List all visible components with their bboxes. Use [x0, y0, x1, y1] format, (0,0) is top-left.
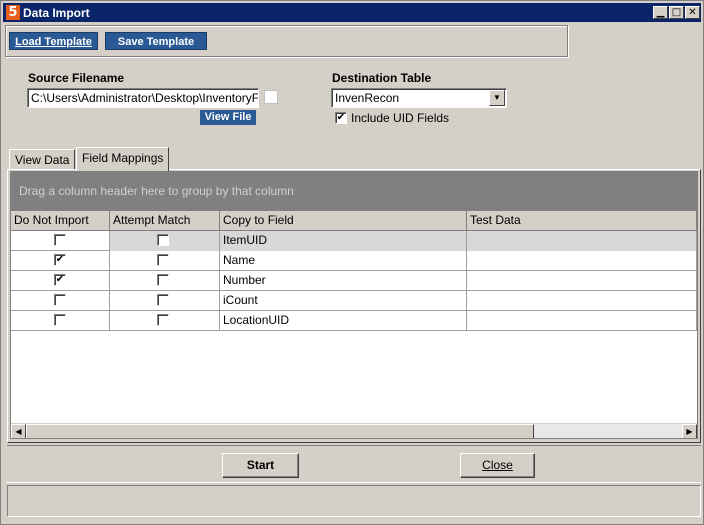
- toolbar: Load Template Save Template: [5, 25, 568, 57]
- scroll-thumb[interactable]: [26, 424, 534, 438]
- copy-to-field-cell[interactable]: Name: [220, 251, 467, 271]
- copy-to-field-cell[interactable]: LocationUID: [220, 311, 467, 331]
- copy-to-field-cell[interactable]: iCount: [220, 291, 467, 311]
- chevron-down-icon[interactable]: ▼: [489, 90, 505, 106]
- app-icon: 5: [6, 5, 20, 20]
- status-bar: [7, 485, 701, 517]
- do-not-import-cell: [11, 291, 110, 311]
- source-browse-box[interactable]: [264, 90, 278, 104]
- attempt-match-cell: [110, 271, 220, 291]
- attempt-match-checkbox[interactable]: [157, 234, 169, 246]
- test-data-cell[interactable]: [467, 291, 697, 311]
- load-template-button[interactable]: Load Template: [9, 32, 98, 50]
- horizontal-scrollbar[interactable]: ◀ ▶: [11, 423, 697, 438]
- destination-table-select[interactable]: InvenRecon ▼: [331, 88, 507, 108]
- group-by-area[interactable]: Drag a column header here to group by th…: [11, 172, 697, 211]
- do-not-import-checkbox[interactable]: [54, 234, 66, 246]
- start-button[interactable]: Start: [222, 453, 299, 478]
- scroll-left-icon[interactable]: ◀: [11, 424, 26, 438]
- title-bar: 5 Data Import ▁ □ ✕: [3, 3, 701, 22]
- window-title: Data Import: [23, 6, 90, 20]
- tab-view-data[interactable]: View Data: [9, 149, 76, 170]
- table-row[interactable]: iCount: [11, 291, 697, 311]
- table-row[interactable]: LocationUID: [11, 311, 697, 331]
- close-window-button[interactable]: ✕: [685, 6, 700, 19]
- attempt-match-checkbox[interactable]: [157, 274, 169, 286]
- column-header-test-data[interactable]: Test Data: [467, 211, 697, 231]
- do-not-import-checkbox[interactable]: [54, 314, 66, 326]
- button-bar: Start Close: [7, 445, 701, 483]
- test-data-cell[interactable]: [467, 271, 697, 291]
- attempt-match-cell: [110, 231, 220, 251]
- do-not-import-checkbox[interactable]: [54, 294, 66, 306]
- attempt-match-checkbox[interactable]: [157, 314, 169, 326]
- test-data-cell[interactable]: [467, 231, 697, 251]
- column-header-do-not-import[interactable]: Do Not Import: [11, 211, 110, 231]
- test-data-cell[interactable]: [467, 311, 697, 331]
- close-button[interactable]: Close: [460, 453, 535, 478]
- view-file-button[interactable]: View File: [200, 110, 256, 125]
- copy-to-field-cell[interactable]: Number: [220, 271, 467, 291]
- source-filename-label: Source Filename: [28, 71, 125, 85]
- do-not-import-cell: ✔: [11, 251, 110, 271]
- scroll-right-icon[interactable]: ▶: [682, 424, 697, 438]
- do-not-import-checkbox[interactable]: ✔: [54, 274, 66, 286]
- maximize-button[interactable]: □: [669, 6, 684, 19]
- attempt-match-checkbox[interactable]: [157, 294, 169, 306]
- test-data-cell[interactable]: [467, 251, 697, 271]
- attempt-match-cell: [110, 251, 220, 271]
- do-not-import-cell: ✔: [11, 271, 110, 291]
- copy-to-field-cell[interactable]: ItemUID: [220, 231, 467, 251]
- table-row[interactable]: ✔ Number: [11, 271, 697, 291]
- source-filename-input[interactable]: C:\Users\Administrator\Desktop\Inventory…: [27, 88, 259, 108]
- minimize-button[interactable]: ▁: [653, 6, 668, 19]
- attempt-match-checkbox[interactable]: [157, 254, 169, 266]
- table-row[interactable]: ✔ Name: [11, 251, 697, 271]
- save-template-button[interactable]: Save Template: [105, 32, 207, 50]
- column-header-copy-to-field[interactable]: Copy to Field: [220, 211, 467, 231]
- destination-table-value: InvenRecon: [335, 91, 400, 105]
- attempt-match-cell: [110, 291, 220, 311]
- data-import-window: 5 Data Import ▁ □ ✕ Load Template Save T…: [0, 0, 704, 525]
- destination-table-label: Destination Table: [332, 71, 432, 85]
- include-uid-checkbox[interactable]: ✔: [335, 112, 347, 124]
- attempt-match-cell: [110, 311, 220, 331]
- table-row[interactable]: ItemUID: [11, 231, 697, 251]
- do-not-import-checkbox[interactable]: ✔: [54, 254, 66, 266]
- column-header-attempt-match[interactable]: Attempt Match: [110, 211, 220, 231]
- include-uid-label: Include UID Fields: [351, 111, 450, 125]
- tab-field-mappings[interactable]: Field Mappings: [76, 147, 170, 171]
- field-mappings-grid: Drag a column header here to group by th…: [10, 171, 698, 439]
- do-not-import-cell: [11, 231, 110, 251]
- do-not-import-cell: [11, 311, 110, 331]
